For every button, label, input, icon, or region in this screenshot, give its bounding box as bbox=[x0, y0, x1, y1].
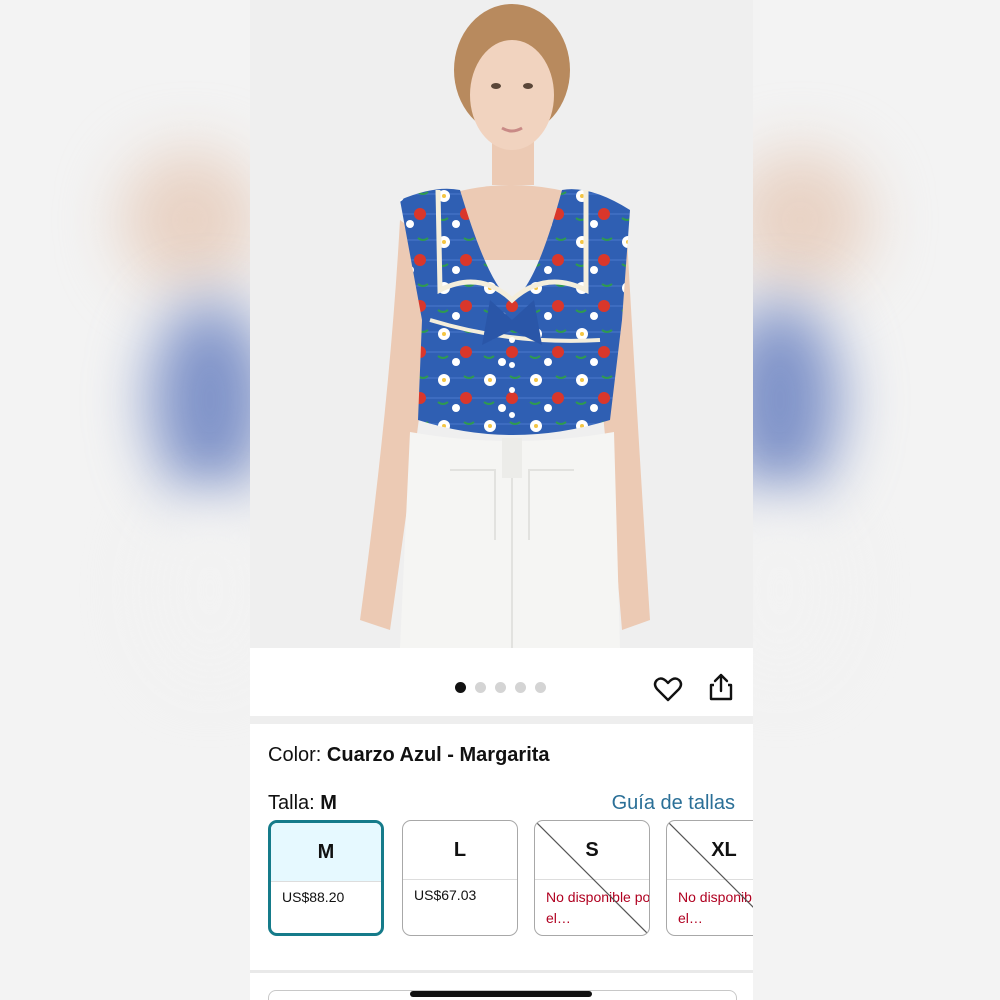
size-value: M bbox=[320, 792, 337, 814]
pagination-dot[interactable] bbox=[455, 682, 466, 693]
size-option-price: US$67.03 bbox=[414, 887, 477, 903]
size-option-m[interactable]: M US$88.20 bbox=[268, 820, 384, 936]
product-model-illustration bbox=[360, 4, 650, 648]
section-divider bbox=[250, 970, 753, 973]
pagination-dot[interactable] bbox=[495, 682, 506, 693]
size-guide-link[interactable]: Guía de tallas bbox=[612, 792, 735, 815]
pagination-dot[interactable] bbox=[515, 682, 526, 693]
unavailable-slash-icon bbox=[667, 821, 753, 908]
product-image[interactable] bbox=[250, 0, 753, 648]
color-selection: Color: Cuarzo Azul - Margarita bbox=[268, 744, 550, 767]
color-label: Color: bbox=[268, 744, 322, 766]
blurred-backdrop-right bbox=[750, 0, 1000, 1000]
size-options: M US$88.20 L US$67.03 S No disponible po… bbox=[268, 820, 753, 940]
size-option-l[interactable]: L US$67.03 bbox=[402, 820, 518, 936]
pagination-dot[interactable] bbox=[475, 682, 486, 693]
size-selection: Talla: M bbox=[268, 792, 337, 815]
home-indicator[interactable] bbox=[410, 991, 592, 997]
size-label: Talla: bbox=[268, 792, 315, 814]
heart-icon[interactable] bbox=[652, 673, 684, 705]
size-option-xl[interactable]: XL No disponible por el… bbox=[666, 820, 753, 936]
size-option-label: L bbox=[403, 821, 517, 880]
unavailable-slash-icon bbox=[535, 821, 649, 935]
size-option-s[interactable]: S No disponible por el… bbox=[534, 820, 650, 936]
pagination-dot[interactable] bbox=[535, 682, 546, 693]
blurred-backdrop-left bbox=[0, 0, 250, 1000]
product-screen: Color: Cuarzo Azul - Margarita Talla: M … bbox=[250, 0, 753, 1000]
size-option-price: US$88.20 bbox=[282, 889, 345, 905]
color-value: Cuarzo Azul - Margarita bbox=[326, 744, 550, 766]
section-divider bbox=[250, 716, 753, 724]
share-icon[interactable] bbox=[705, 671, 737, 703]
gallery-pagination[interactable] bbox=[455, 682, 546, 693]
size-option-label: M bbox=[271, 823, 381, 882]
